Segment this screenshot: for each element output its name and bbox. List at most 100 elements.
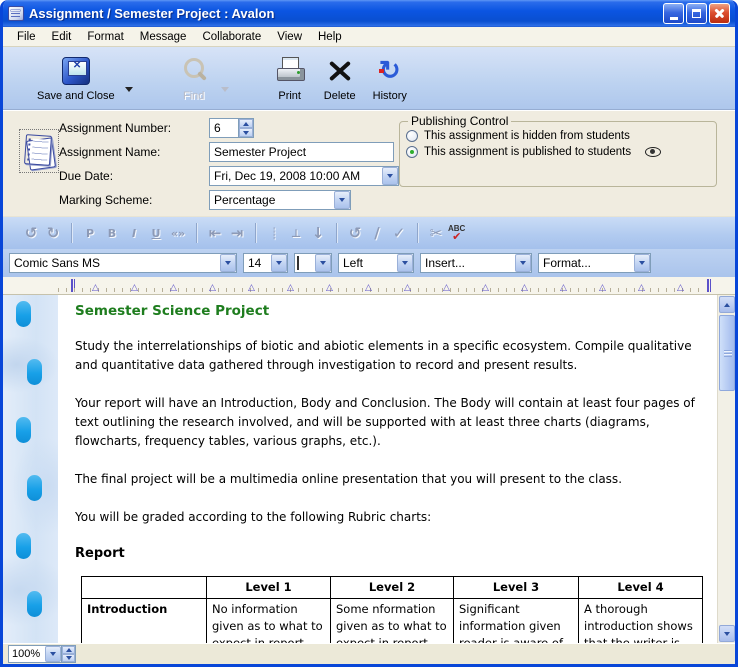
assignment-name-field[interactable]: Semester Project [209, 142, 394, 162]
report-heading: Report [75, 546, 703, 561]
menu-collaborate[interactable]: Collaborate [194, 29, 269, 45]
table-cell: Significant information given reader is … [454, 599, 579, 644]
chevron-down-icon[interactable] [397, 254, 413, 272]
spin-up-icon[interactable] [62, 646, 75, 654]
chevron-down-icon[interactable] [45, 646, 61, 662]
document-area: Semester Science Project Study the inter… [3, 295, 735, 643]
menu-help[interactable]: Help [310, 29, 350, 45]
chevron-down-icon [724, 632, 730, 636]
assignment-number-stepper[interactable] [239, 118, 254, 138]
tab-stop-marker: △ [326, 284, 333, 293]
alignment-select[interactable]: Left [338, 253, 414, 273]
chevron-down-icon[interactable] [634, 254, 650, 272]
menu-format[interactable]: Format [79, 29, 131, 45]
close-icon [713, 7, 726, 20]
rotate-icon[interactable]: ↺ [345, 222, 365, 244]
redo-icon[interactable]: ↻ [43, 222, 63, 244]
chevron-down-icon[interactable] [515, 254, 531, 272]
app-icon [8, 6, 24, 21]
paragraph: Study the interrelationships of biotic a… [75, 337, 700, 375]
close-button[interactable] [709, 3, 730, 24]
tab-stop-marker: △ [92, 284, 99, 293]
outdent-icon[interactable]: ⇤ [205, 222, 225, 244]
scrollbar-thumb[interactable] [719, 315, 735, 391]
editor-surface[interactable]: Semester Science Project Study the inter… [58, 295, 717, 643]
ruler[interactable]: △△△△△△△△△△△△△△△△ [3, 277, 735, 295]
assignment-name-label: Assignment Name: [59, 145, 209, 159]
font-family-select[interactable]: Comic Sans MS [9, 253, 237, 273]
menu-file[interactable]: File [9, 29, 44, 45]
radio-published[interactable] [406, 146, 418, 158]
format-select[interactable]: Format... [538, 253, 651, 273]
document-heading: Semester Science Project [75, 303, 703, 319]
pen-icon[interactable]: ∕ [367, 222, 387, 244]
table-row: Introduction No information given as to … [82, 599, 703, 644]
history-button[interactable]: ↻ History [367, 53, 413, 103]
minimize-button[interactable] [663, 3, 684, 24]
formatting-toolbar: ↺ ↻ P B I U «» ⇤ ⇥ ┊ ⊥ ↓ ↺ ∕ ✓ ✂ ABC [3, 216, 735, 249]
assignment-number-field[interactable]: 6 [209, 118, 239, 138]
align-bottom-icon[interactable]: ⊥ [286, 222, 306, 244]
due-date-label: Due Date: [59, 169, 209, 183]
status-bar: 100% [3, 643, 735, 664]
delete-icon [327, 58, 353, 84]
binding-capsule [16, 417, 31, 443]
spellcheck-icon[interactable]: ABC ✔ [448, 222, 465, 244]
chevron-down-icon[interactable] [220, 254, 236, 272]
spin-up-icon[interactable] [239, 119, 253, 128]
chevron-down-icon[interactable] [382, 167, 398, 185]
chevron-down-icon[interactable] [271, 254, 287, 272]
menu-edit[interactable]: Edit [44, 29, 80, 45]
zoom-stepper[interactable] [62, 645, 76, 663]
tab-stop-marker: △ [248, 284, 255, 293]
title-bar[interactable]: Assignment / Semester Project : Avalon [3, 0, 735, 27]
paragraph: The final project will be a multimedia o… [75, 470, 700, 489]
undo-icon[interactable]: ↺ [21, 222, 41, 244]
bold-icon[interactable]: B [102, 222, 122, 244]
vertical-scrollbar[interactable] [717, 295, 735, 643]
scroll-up-button[interactable] [719, 296, 735, 313]
font-size-select[interactable]: 14 [243, 253, 288, 273]
save-and-close-button[interactable]: Save and Close [31, 53, 121, 103]
quotes-icon[interactable]: «» [168, 222, 188, 244]
font-color-select[interactable] [294, 253, 332, 273]
radio-hidden[interactable] [406, 130, 418, 142]
chevron-down-icon[interactable] [315, 254, 331, 272]
table-header-row: Level 1 Level 2 Level 3 Level 4 [82, 577, 703, 599]
spin-down-icon[interactable] [239, 128, 253, 137]
chevron-down-icon[interactable] [334, 191, 350, 209]
tab-stop-marker: △ [443, 284, 450, 293]
application-window: Assignment / Semester Project : Avalon F… [0, 0, 738, 667]
italic-icon[interactable]: I [124, 222, 144, 244]
insert-select[interactable]: Insert... [420, 253, 532, 273]
check-icon[interactable]: ✓ [389, 222, 409, 244]
delete-button[interactable]: Delete [317, 53, 363, 103]
tab-stop-marker: △ [170, 284, 177, 293]
menu-message[interactable]: Message [132, 29, 195, 45]
tab-stop-marker: △ [131, 284, 138, 293]
move-down-icon[interactable]: ↓ [308, 222, 328, 244]
hidden-option[interactable]: This assignment is hidden from students [406, 130, 710, 142]
eye-icon [645, 147, 661, 157]
paragraph-icon[interactable]: P [80, 222, 100, 244]
tab-stop-marker: △ [365, 284, 372, 293]
maximize-button[interactable] [686, 3, 707, 24]
indent-icon[interactable]: ⇥ [227, 222, 247, 244]
zoom-control[interactable]: 100% [8, 645, 76, 663]
menu-view[interactable]: View [269, 29, 310, 45]
binding-capsule [16, 533, 31, 559]
due-date-select[interactable]: Fri, Dec 19, 2008 10:00 AM [209, 166, 399, 186]
scroll-down-button[interactable] [719, 625, 735, 642]
marking-scheme-select[interactable]: Percentage [209, 190, 351, 210]
ruler-right-margin-marker[interactable] [707, 279, 711, 292]
spin-down-icon[interactable] [62, 654, 75, 662]
table-cell: No information given as to what to expec… [207, 599, 331, 644]
published-option[interactable]: This assignment is published to students [406, 146, 710, 158]
tab-stop-marker: △ [404, 284, 411, 293]
print-button[interactable]: Print [267, 53, 313, 103]
cut-icon[interactable]: ✂ [426, 222, 446, 244]
tab-stop-icon[interactable]: ┊ [264, 222, 284, 244]
underline-icon[interactable]: U [146, 222, 166, 244]
header-cell: Level 4 [579, 577, 703, 599]
save-dropdown-arrow[interactable] [125, 87, 133, 92]
